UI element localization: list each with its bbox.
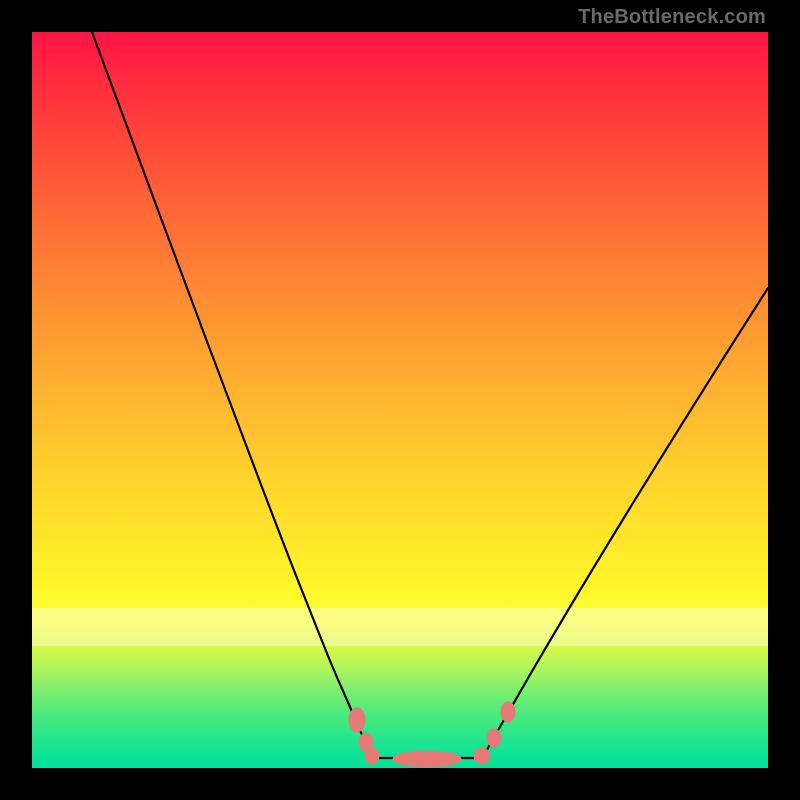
marker-5	[487, 729, 501, 747]
marker-4	[474, 748, 490, 764]
chart-frame: TheBottleneck.com	[0, 0, 800, 800]
marker-6	[501, 702, 515, 722]
plot-area	[32, 32, 768, 768]
marker-3	[393, 751, 461, 767]
attribution-label: TheBottleneck.com	[578, 6, 766, 29]
series-right-branch	[482, 288, 768, 758]
marker-0	[349, 708, 365, 732]
series-left-branch	[92, 32, 372, 758]
chart-svg	[32, 32, 768, 768]
marker-2	[365, 748, 379, 764]
curve-layer	[92, 32, 768, 758]
marker-layer	[349, 702, 515, 767]
